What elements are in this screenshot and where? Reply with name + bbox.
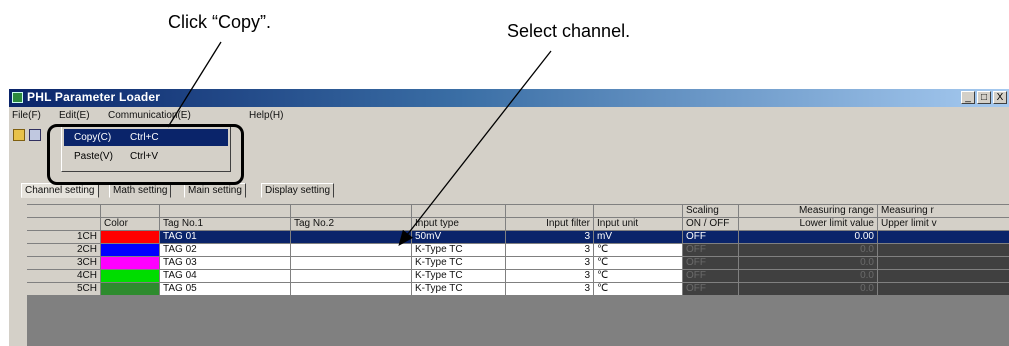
arrow-to-channel <box>398 50 552 247</box>
arrow-to-copy <box>167 41 222 128</box>
callout-arrows <box>167 41 552 247</box>
